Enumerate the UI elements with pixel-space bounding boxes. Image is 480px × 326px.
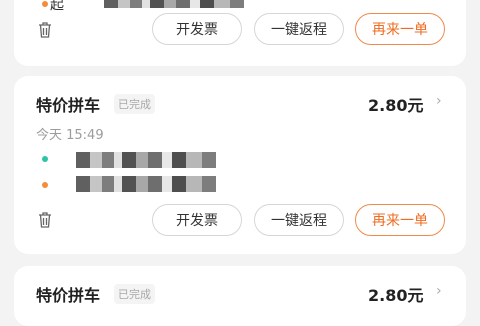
order-price: 2.80元 [368, 96, 424, 115]
order-title: 特价拼车 [36, 96, 101, 115]
order-card[interactable]: 特价拼车 已完成 2.80元 › [14, 266, 466, 326]
destination-row [42, 182, 56, 188]
redacted-destination-address [76, 176, 216, 192]
status-badge: 已完成 [114, 94, 155, 114]
destination-dot [42, 182, 48, 188]
reorder-button[interactable]: 再来一单 [355, 204, 445, 236]
destination-row: 起 [42, 0, 64, 14]
order-card[interactable]: 特价拼车 已完成 2.80元 › 今天 15:49 开发票 一键返程 再来一单 [14, 76, 466, 254]
trash-icon[interactable] [38, 212, 52, 228]
destination-dot [42, 1, 48, 7]
order-price: 2.80元 [368, 286, 424, 305]
start-row [42, 156, 56, 162]
trash-icon[interactable] [38, 22, 52, 38]
return-trip-button[interactable]: 一键返程 [254, 13, 344, 45]
order-time: 今天 15:49 [36, 128, 104, 143]
destination-label: 起 [50, 0, 64, 13]
status-badge: 已完成 [114, 284, 155, 304]
reorder-button[interactable]: 再来一单 [355, 13, 445, 45]
chevron-right-icon[interactable]: › [436, 93, 442, 109]
start-dot [42, 156, 48, 162]
order-card[interactable]: 起 开发票 一键返程 再来一单 [14, 0, 466, 66]
redacted-start-address [76, 152, 216, 168]
chevron-right-icon[interactable]: › [436, 283, 442, 299]
order-title: 特价拼车 [36, 286, 101, 305]
redacted-address [104, 0, 244, 8]
invoice-button[interactable]: 开发票 [152, 204, 242, 236]
return-trip-button[interactable]: 一键返程 [254, 204, 344, 236]
invoice-button[interactable]: 开发票 [152, 13, 242, 45]
